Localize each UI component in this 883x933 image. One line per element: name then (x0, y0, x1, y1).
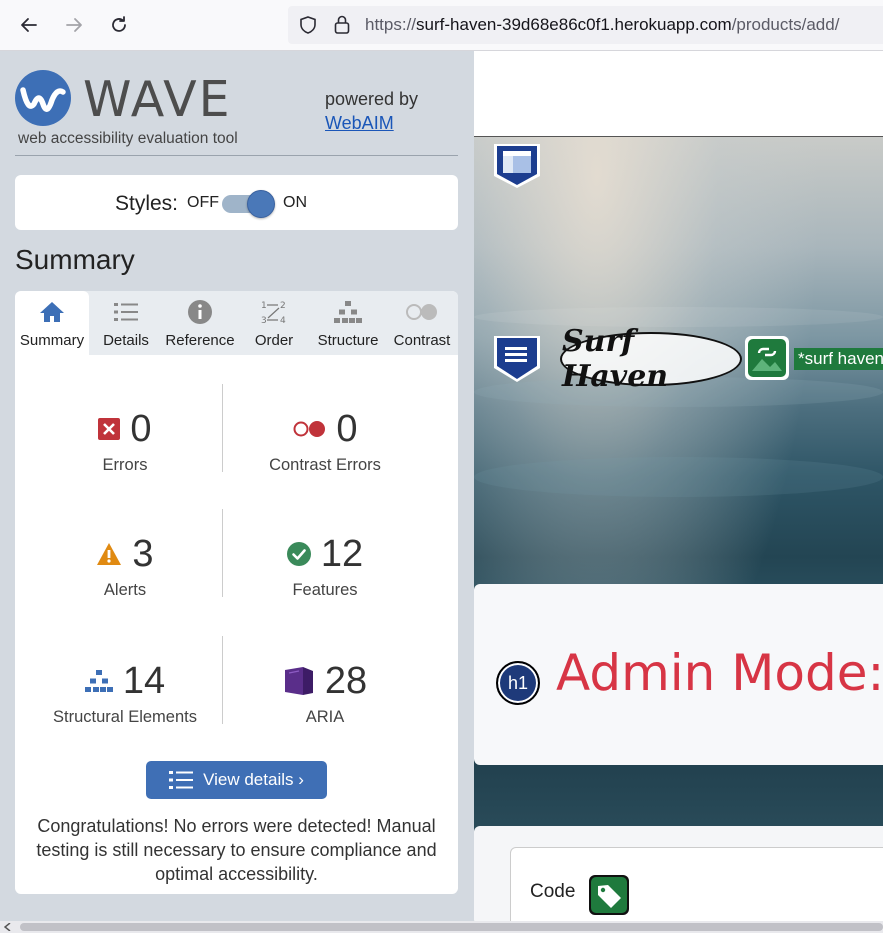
scrollbar-thumb[interactable] (20, 923, 883, 931)
tab-contrast[interactable]: Contrast (385, 291, 458, 355)
aria-count: 28 (324, 659, 368, 702)
hero-background-image (474, 137, 883, 921)
alerts-label: Alerts (103, 581, 147, 599)
styles-label: Styles: (115, 192, 179, 215)
congrats-message: Congratulations! No errors were detected… (36, 816, 437, 884)
wave-sidebar: WAVE web accessibility evaluation tool p… (0, 51, 474, 921)
surf-haven-logo[interactable]: Surf Haven (560, 324, 742, 394)
code-label: Code (530, 881, 576, 902)
lock-icon[interactable] (332, 14, 352, 36)
tab-summary[interactable]: Summary (15, 291, 89, 355)
admin-title: Admin Mode: A (556, 644, 883, 702)
shield-icon[interactable] (298, 15, 318, 35)
list-icon (114, 303, 138, 321)
summary-heading: Summary (15, 244, 135, 275)
styles-on-label: ON (283, 194, 307, 211)
wave-subtitle: web accessibility evaluation tool (18, 130, 238, 147)
wave-logo-text: WAVE (83, 71, 232, 128)
contrast-error-icon (293, 421, 326, 437)
stat-aria[interactable]: 28 ARIA (220, 660, 430, 727)
linked-image-icon[interactable] (744, 335, 790, 386)
h1-badge-icon[interactable]: h1 (496, 661, 540, 705)
styles-off-label: OFF (187, 194, 219, 211)
webpage-viewport: Surf Haven *surf haven h1 Admin Mode: A … (474, 51, 883, 921)
feature-check-icon (286, 542, 311, 566)
error-icon (98, 418, 121, 440)
tag-icon[interactable] (588, 874, 630, 921)
back-arrow-icon (21, 18, 37, 32)
styles-toggle-box: Styles: OFF ON (15, 175, 458, 230)
powered-by-text: powered by (325, 89, 419, 109)
errors-count: 0 (130, 407, 152, 450)
forward-arrow-icon (66, 18, 82, 32)
back-button[interactable] (14, 10, 44, 40)
stat-errors[interactable]: 0 Errors (20, 408, 230, 475)
errors-label: Errors (102, 456, 148, 474)
aria-menu-icon[interactable] (492, 332, 542, 389)
svg-text:3: 3 (261, 316, 267, 325)
structure-icon (84, 670, 113, 692)
tab-structure[interactable]: Structure (311, 291, 385, 355)
svg-text:2: 2 (280, 301, 286, 311)
tab-reference[interactable]: Reference (163, 291, 237, 355)
home-icon (40, 302, 64, 322)
wave-highlight (474, 457, 883, 497)
tab-order[interactable]: 1234 Order (237, 291, 311, 355)
structure-icon (334, 301, 362, 323)
aria-icon (284, 667, 313, 695)
aria-landmark-icon[interactable] (492, 140, 542, 195)
admin-heading-card: h1 Admin Mode: A (474, 584, 883, 765)
stat-structural[interactable]: 14 Structural Elements (20, 660, 230, 727)
view-details-label: View details › (203, 770, 304, 789)
aria-label: ARIA (305, 708, 345, 726)
view-details-button[interactable]: View details › (146, 761, 327, 799)
contrast-errors-count: 0 (336, 407, 358, 450)
forward-button[interactable] (59, 10, 89, 40)
structural-count: 14 (122, 659, 166, 702)
features-label: Features (292, 581, 358, 599)
horizontal-scrollbar[interactable] (0, 921, 883, 933)
features-count: 12 (320, 532, 364, 575)
tab-details[interactable]: Details (89, 291, 163, 355)
scroll-left-icon[interactable] (4, 923, 12, 931)
stat-contrast-errors[interactable]: 0 Contrast Errors (220, 408, 430, 475)
stat-alerts[interactable]: 3 Alerts (20, 533, 230, 600)
svg-text:4: 4 (280, 316, 286, 325)
styles-toggle-knob[interactable] (247, 190, 275, 218)
alert-icon (97, 543, 122, 565)
contrast-errors-label: Contrast Errors (269, 456, 381, 474)
powered-by: powered by WebAIM (325, 87, 418, 135)
summary-panel: Summary Details Reference 1234 Order Str… (15, 291, 458, 894)
stat-features[interactable]: 12 Features (220, 533, 430, 600)
list-icon (169, 771, 194, 789)
divider (15, 155, 458, 156)
alerts-count: 3 (132, 532, 154, 575)
order-icon: 1 2 3 4 (261, 301, 286, 325)
reload-icon (112, 16, 126, 32)
contrast-icon (406, 304, 437, 320)
alt-text-label: *surf haven (794, 348, 883, 370)
svg-text:1: 1 (261, 301, 267, 311)
reload-button[interactable] (104, 10, 134, 40)
structural-label: Structural Elements (53, 708, 197, 726)
wave-logo-icon[interactable] (15, 70, 71, 126)
address-bar[interactable]: https://surf-haven-39d68e86c0f1.herokuap… (288, 6, 883, 44)
webaim-link[interactable]: WebAIM (325, 113, 394, 133)
tab-bar: Summary Details Reference 1234 Order Str… (15, 291, 458, 355)
browser-toolbar: https://surf-haven-39d68e86c0f1.herokuap… (0, 0, 883, 51)
url-text[interactable]: https://surf-haven-39d68e86c0f1.herokuap… (365, 15, 839, 35)
info-icon (188, 300, 212, 324)
